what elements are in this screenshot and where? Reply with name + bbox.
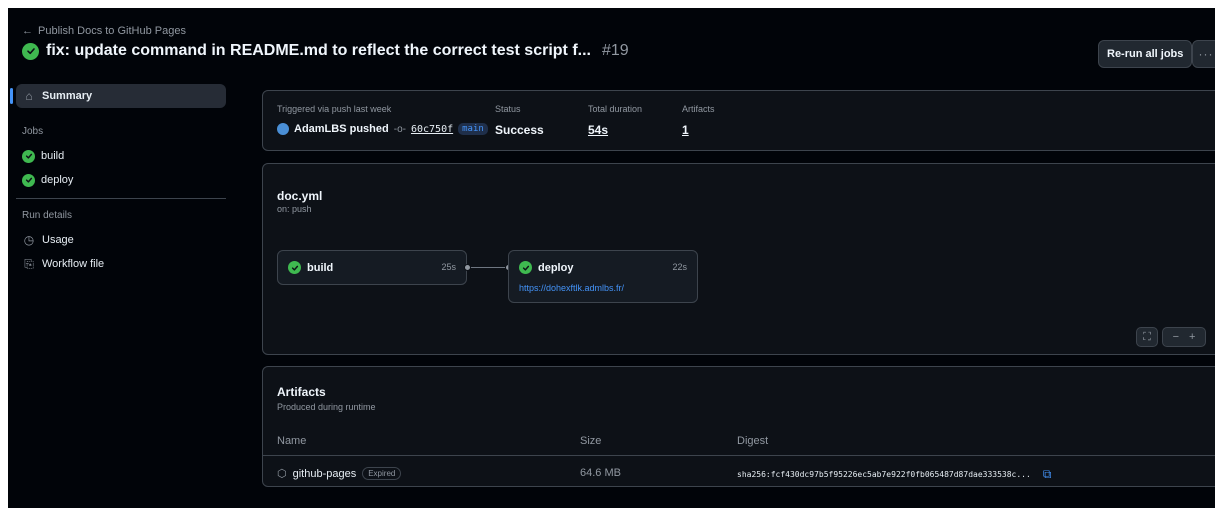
sidebar-item-label: Workflow file [42, 258, 105, 270]
job-connector [467, 267, 508, 268]
sidebar-item-label: Usage [42, 234, 74, 246]
job-duration: 22s [672, 262, 687, 272]
back-link-label: Publish Docs to GitHub Pages [38, 25, 186, 37]
trigger-details: AdamLBS pushed -o- 60c750f main [277, 123, 488, 135]
sidebar-item-label: Summary [42, 90, 93, 102]
sidebar-item-summary[interactable]: ⌂ Summary [16, 84, 226, 108]
sidebar-item-label: deploy [41, 174, 74, 186]
run-summary-card: Triggered via push last week AdamLBS pus… [262, 90, 1215, 151]
active-indicator [10, 88, 13, 104]
workflow-trigger: on: push [277, 204, 312, 214]
zoom-controls: − + [1162, 327, 1206, 347]
workflow-name: doc.yml [277, 189, 323, 203]
workflow-graph-card: doc.yml on: push build 25s deploy 22s ht… [262, 163, 1215, 355]
run-number: #19 [601, 42, 629, 59]
success-check-icon [288, 261, 301, 274]
table-divider [263, 455, 1215, 456]
trigger-label: Triggered via push last week [277, 104, 392, 114]
rerun-all-jobs-button[interactable]: Re-run all jobs [1098, 40, 1193, 68]
sidebar-divider [16, 198, 226, 199]
fullscreen-button[interactable]: ⛶ [1136, 327, 1158, 347]
status-label: Status [495, 104, 521, 114]
package-icon: ⬡ [277, 468, 287, 480]
zoom-in-button[interactable]: + [1189, 331, 1195, 343]
column-header-name: Name [277, 435, 307, 447]
workflow-run-page: ← Publish Docs to GitHub Pages fix: upda… [8, 8, 1215, 508]
avatar[interactable] [277, 123, 289, 135]
duration-label: Total duration [588, 104, 643, 114]
job-name: deploy [538, 261, 574, 274]
success-check-icon [519, 261, 532, 274]
artifacts-count[interactable]: 1 [682, 123, 689, 137]
column-header-size: Size [580, 435, 602, 447]
file-code-icon: ⎘ [24, 256, 34, 271]
artifact-name-cell: ⬡ github-pages Expired [277, 467, 402, 480]
job-name: build [307, 261, 334, 274]
run-details-heading: Run details [22, 210, 73, 221]
artifacts-card: Artifacts Produced during runtime Name S… [262, 366, 1215, 487]
more-options-button[interactable]: ··· [1192, 40, 1215, 68]
connector-dot [464, 264, 471, 271]
fullscreen-icon: ⛶ [1143, 330, 1151, 343]
artifacts-label: Artifacts [682, 104, 715, 114]
commit-icon: -o- [393, 123, 406, 135]
artifacts-subtitle: Produced during runtime [277, 402, 376, 412]
stopwatch-icon: ◷ [23, 233, 35, 247]
page-title-row: fix: update command in README.md to refl… [22, 42, 629, 60]
arrow-left-icon: ← [22, 25, 33, 37]
deployment-url-link[interactable]: https://dohexftlk.admlbs.fr/ [519, 283, 624, 293]
copy-icon[interactable]: ⧉ [1043, 467, 1052, 482]
success-check-icon [22, 149, 35, 163]
artifact-digest: sha256:fcf430dc97b5f95226ec5ab7e922f0fb0… [737, 470, 1031, 479]
expired-badge: Expired [362, 467, 402, 480]
artifact-size: 64.6 MB [580, 467, 621, 479]
artifact-digest-cell: sha256:fcf430dc97b5f95226ec5ab7e922f0fb0… [737, 467, 1051, 482]
home-icon: ⌂ [25, 89, 33, 103]
page-title: fix: update command in README.md to refl… [46, 42, 591, 59]
sidebar-item-label: build [41, 150, 65, 162]
job-node-deploy[interactable]: deploy 22s https://dohexftlk.admlbs.fr/ [508, 250, 698, 303]
job-header: deploy [519, 261, 573, 274]
sidebar-item-build[interactable]: build [16, 144, 226, 168]
status-value: Success [495, 123, 544, 137]
back-link[interactable]: ← Publish Docs to GitHub Pages [22, 25, 186, 37]
jobs-heading: Jobs [22, 126, 44, 137]
job-header: build [288, 261, 333, 274]
branch-badge[interactable]: main [458, 123, 488, 135]
sidebar-item-workflow-file[interactable]: ⎘ Workflow file [16, 252, 226, 276]
artifact-name[interactable]: github-pages [293, 468, 357, 480]
zoom-out-button[interactable]: − [1173, 331, 1179, 343]
column-header-digest: Digest [737, 435, 769, 447]
actor-name[interactable]: AdamLBS pushed [294, 123, 389, 135]
job-node-build[interactable]: build 25s [277, 250, 467, 285]
success-check-icon [22, 173, 35, 187]
success-check-icon [22, 42, 39, 60]
duration-value[interactable]: 54s [588, 123, 608, 137]
sidebar-item-deploy[interactable]: deploy [16, 168, 226, 192]
sidebar-item-usage[interactable]: ◷ Usage [16, 228, 226, 252]
artifacts-title: Artifacts [277, 385, 326, 399]
job-duration: 25s [441, 262, 456, 272]
commit-sha-link[interactable]: 60c750f [411, 124, 453, 135]
